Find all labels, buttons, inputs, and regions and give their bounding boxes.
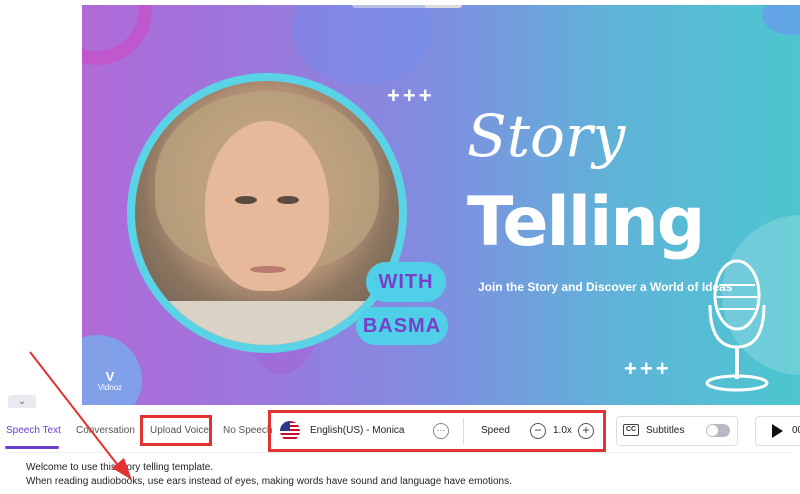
avatar-eye	[277, 196, 299, 204]
brand-mark: V	[105, 369, 115, 384]
speech-text-line: Welcome to use this story telling templa…	[26, 462, 214, 473]
slide-title-bold: Telling	[467, 183, 705, 262]
decor-blob	[292, 5, 432, 85]
flag-canton	[280, 421, 290, 431]
speech-text-input[interactable]: Welcome to use this story telling templa…	[8, 452, 792, 494]
speed-value: 1.0x	[553, 425, 572, 436]
plus-decoration: +++	[624, 356, 672, 381]
decor-blob	[762, 5, 800, 35]
avatar-photo[interactable]	[135, 81, 399, 345]
us-flag-icon	[280, 421, 300, 441]
decor-ring	[82, 5, 152, 65]
avatar-mouth	[250, 266, 286, 273]
brand-logo: V Vidnoz	[90, 370, 130, 394]
toggle-knob	[707, 425, 718, 436]
collapse-panel-button[interactable]: ⌄	[8, 395, 36, 409]
tab-conversation[interactable]: Conversation	[76, 424, 135, 438]
toolbar-divider	[463, 418, 464, 444]
chevron-down-icon: ⌄	[17, 396, 27, 407]
speech-text-line: When reading audiobooks, use ears instea…	[26, 476, 512, 487]
avatar-shirt	[155, 301, 379, 345]
subtitles-label: Subtitles	[646, 425, 685, 436]
left-panel	[0, 0, 82, 405]
annotation-box-upload-voice	[140, 415, 212, 446]
brand-name: Vidnoz	[97, 383, 123, 392]
tab-speech-text[interactable]: Speech Text	[6, 424, 61, 438]
presenter-name: BASMA	[356, 307, 448, 345]
active-tab-indicator	[5, 446, 59, 449]
play-icon[interactable]	[772, 424, 783, 438]
speed-label: Speed	[481, 425, 510, 436]
speed-increase-button[interactable]: +	[578, 423, 594, 439]
editor-screen: WITH BASMA +++ +++ Story Telling Join th…	[0, 0, 800, 494]
tab-no-speech[interactable]: No Speech	[223, 424, 272, 438]
closed-caption-icon: CC	[623, 424, 639, 436]
speed-decrease-button[interactable]: −	[530, 423, 546, 439]
with-label: WITH	[366, 262, 446, 302]
more-options-icon[interactable]: ···	[433, 423, 449, 439]
plus-decoration: +++	[387, 83, 435, 108]
microphone-icon	[705, 259, 769, 392]
slide-title-script: Story	[467, 102, 626, 170]
slide-preview[interactable]: WITH BASMA +++ +++ Story Telling Join th…	[82, 5, 800, 405]
avatar-eye	[235, 196, 257, 204]
subtitles-toggle[interactable]	[706, 424, 730, 437]
voice-selector[interactable]: English(US) - Monica	[310, 424, 404, 438]
slide-tagline: Join the Story and Discover a World of I…	[478, 280, 733, 294]
playback-time: 00	[792, 425, 800, 436]
